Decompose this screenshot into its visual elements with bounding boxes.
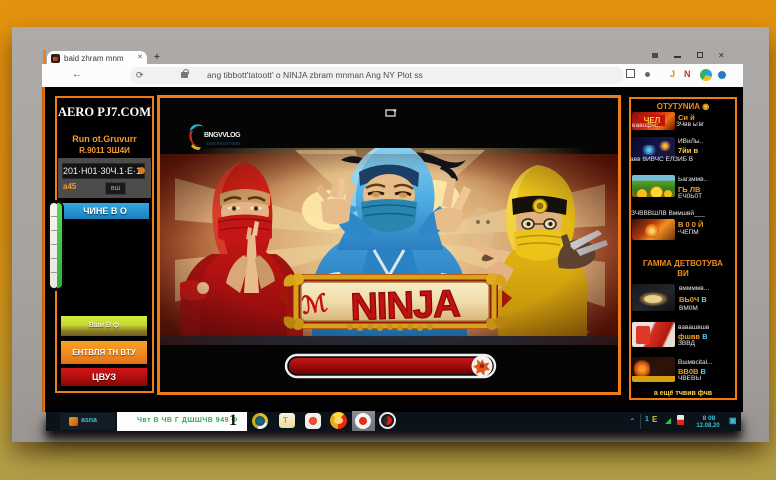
svg-text:NINJA: NINJA [350,283,461,329]
svg-text:зввгввшггавв: зввгввшггавв [206,141,240,147]
svg-text:BNGVVLOG: BNGVVLOG [204,132,241,139]
